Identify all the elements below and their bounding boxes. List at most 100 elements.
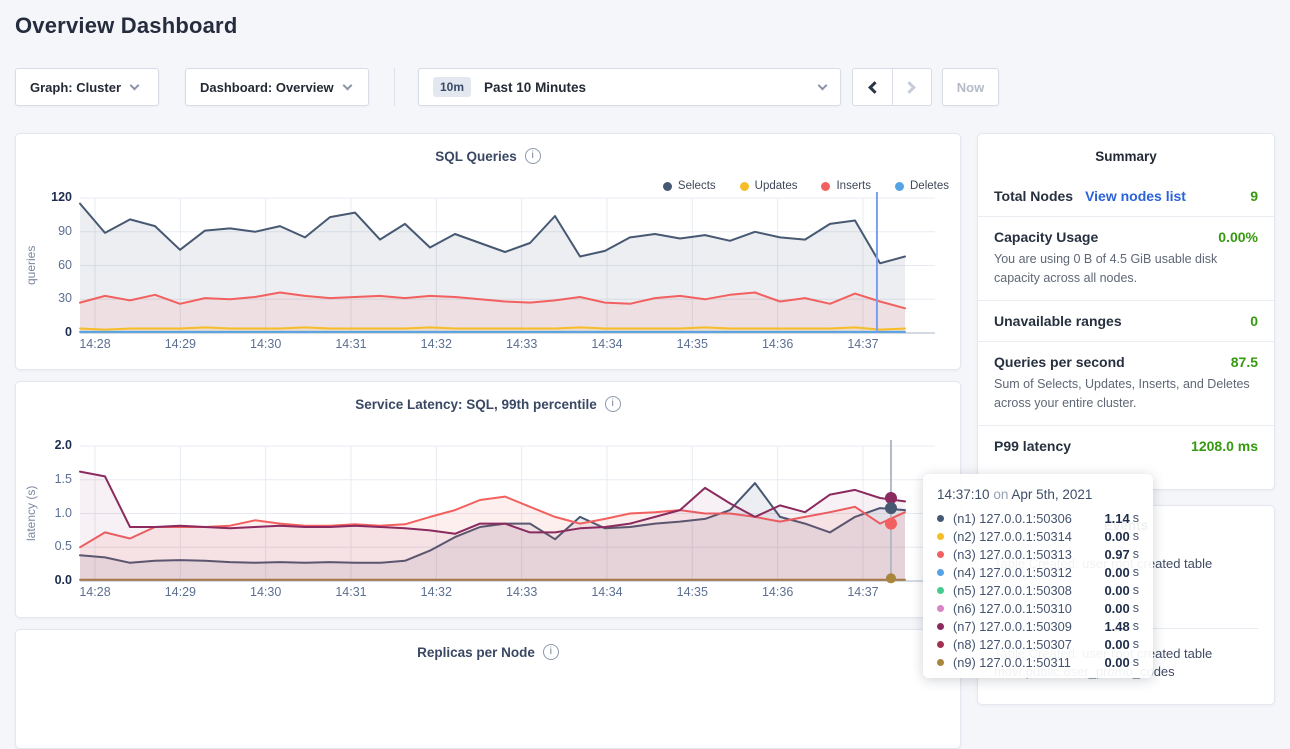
service-latency-card: Service Latency: SQL, 99th percentile i [15,381,961,618]
tooltip-node-value: 0.00 [1104,601,1129,616]
tooltip-node-label: (n1) 127.0.0.1:50306 [953,511,1104,526]
time-step-buttons [852,68,932,106]
chevron-left-icon [868,81,881,94]
capacity-usage-value: 0.00% [1218,229,1258,245]
time-range-badge: 10m [433,77,471,97]
now-button-label: Now [957,80,984,95]
page-title: Overview Dashboard [15,13,237,39]
chevron-down-icon [130,80,140,90]
chart-hover-tooltip: 14:37:10 on Apr 5th, 2021 (n1) 127.0.0.1… [923,474,1153,678]
legend-item-deletes[interactable]: Deletes [895,180,949,192]
tooltip-node-label: (n8) 127.0.0.1:50307 [953,637,1104,652]
node-color-dot-icon [937,605,944,612]
total-nodes-value: 9 [1250,188,1258,204]
prev-time-button[interactable] [853,69,892,105]
legend-label: Updates [755,180,798,192]
summary-row-total-nodes: Total Nodes View nodes list 9 [978,176,1274,216]
dashboard-dropdown[interactable]: Dashboard: Overview [185,68,369,106]
tooltip-node-label: (n6) 127.0.0.1:50310 [953,601,1104,616]
tooltip-node-row: (n5) 127.0.0.1:503080.00 s [937,581,1139,599]
chevron-right-icon [904,81,917,94]
summary-row-unavailable-ranges: Unavailable ranges 0 [978,300,1274,341]
tooltip-timestamp: 14:37:10 on Apr 5th, 2021 [937,487,1139,502]
legend-dot-icon [895,182,904,191]
view-nodes-list-link[interactable]: View nodes list [1085,188,1186,204]
info-icon[interactable]: i [543,644,559,660]
total-nodes-label: Total Nodes [994,188,1073,204]
tooltip-node-value: 0.00 [1104,529,1129,544]
sql-queries-card: SQL Queries i Selects Updates Inserts Delet… [15,133,961,370]
summary-row-p99: P99 latency 1208.0 ms [978,425,1274,466]
tooltip-node-unit: s [1133,565,1139,579]
info-icon[interactable]: i [525,148,541,164]
tooltip-node-unit: s [1133,619,1139,633]
summary-panel: Summary Total Nodes View nodes list 9 Ca… [977,133,1275,490]
now-button[interactable]: Now [942,68,999,106]
legend-item-updates[interactable]: Updates [740,180,798,192]
unavailable-ranges-label: Unavailable ranges [994,313,1122,329]
legend-dot-icon [663,182,672,191]
tooltip-node-label: (n7) 127.0.0.1:50309 [953,619,1104,634]
tooltip-node-row: (n6) 127.0.0.1:503100.00 s [937,599,1139,617]
legend-label: Deletes [910,180,949,192]
qps-subtext: Sum of Selects, Updates, Inserts, and De… [994,375,1258,413]
tooltip-node-row: (n7) 127.0.0.1:503091.48s [937,617,1139,635]
capacity-usage-subtext: You are using 0 B of 4.5 GiB usable disk… [994,250,1258,288]
info-icon[interactable]: i [605,396,621,412]
p99-latency-value: 1208.0 ms [1191,438,1258,454]
tooltip-node-unit: s [1133,583,1139,597]
latency-chart-plot-area[interactable] [81,447,936,582]
tooltip-node-unit: s [1133,637,1139,651]
node-color-dot-icon [937,641,944,648]
node-color-dot-icon [937,515,944,522]
legend-label: Inserts [836,180,871,192]
tooltip-node-value: 0.00 [1104,637,1129,652]
tooltip-node-unit: s [1133,511,1139,525]
legend-label: Selects [678,180,716,192]
legend-dot-icon [740,182,749,191]
summary-row-capacity: Capacity Usage 0.00% You are using 0 B o… [978,216,1274,300]
node-color-dot-icon [937,623,944,630]
toolbar-divider [394,68,395,106]
node-color-dot-icon [937,551,944,558]
capacity-usage-label: Capacity Usage [994,229,1098,245]
tooltip-node-label: (n2) 127.0.0.1:50314 [953,529,1104,544]
legend-dot-icon [821,182,830,191]
tooltip-node-row: (n9) 127.0.0.1:503110.00s [937,653,1139,671]
dashboard-dropdown-label: Dashboard: Overview [200,80,334,95]
tooltip-node-row: (n4) 127.0.0.1:503120.00 s [937,563,1139,581]
tooltip-node-value: 0.00 [1104,583,1129,598]
time-range-selector[interactable]: 10m Past 10 Minutes [418,68,841,106]
sql-chart-legend: Selects Updates Inserts Deletes [663,180,949,192]
sql-chart-plot-area[interactable] [81,199,936,334]
sql-chart-title: SQL Queries [435,149,517,164]
graph-dropdown[interactable]: Graph: Cluster [15,68,159,106]
legend-item-inserts[interactable]: Inserts [821,180,871,192]
qps-label: Queries per second [994,354,1125,370]
tooltip-node-label: (n9) 127.0.0.1:50311 [953,655,1104,670]
tooltip-node-label: (n4) 127.0.0.1:50312 [953,565,1104,580]
tooltip-node-unit: s [1133,529,1139,543]
tooltip-node-row: (n3) 127.0.0.1:503130.97 s [937,545,1139,563]
tooltip-node-unit: s [1133,547,1139,561]
qps-value: 87.5 [1231,354,1258,370]
tooltip-node-value: 0.00 [1104,565,1129,580]
tooltip-node-value: 0.00 [1104,655,1129,670]
tooltip-node-unit: s [1133,601,1139,615]
legend-item-selects[interactable]: Selects [663,180,716,192]
tooltip-node-label: (n5) 127.0.0.1:50308 [953,583,1104,598]
time-range-label: Past 10 Minutes [484,80,586,95]
graph-dropdown-label: Graph: Cluster [30,80,121,95]
tooltip-node-row: (n1) 127.0.0.1:503061.14s [937,509,1139,527]
node-color-dot-icon [937,659,944,666]
node-color-dot-icon [937,533,944,540]
tooltip-node-row: (n8) 127.0.0.1:503070.00 s [937,635,1139,653]
latency-chart-title: Service Latency: SQL, 99th percentile [355,397,597,412]
tooltip-node-value: 0.97 [1104,547,1129,562]
node-color-dot-icon [937,569,944,576]
replicas-per-node-card: Replicas per Node i [15,629,961,749]
summary-row-qps: Queries per second 87.5 Sum of Selects, … [978,341,1274,425]
tooltip-node-label: (n3) 127.0.0.1:50313 [953,547,1104,562]
node-color-dot-icon [937,587,944,594]
next-time-button[interactable] [892,69,931,105]
